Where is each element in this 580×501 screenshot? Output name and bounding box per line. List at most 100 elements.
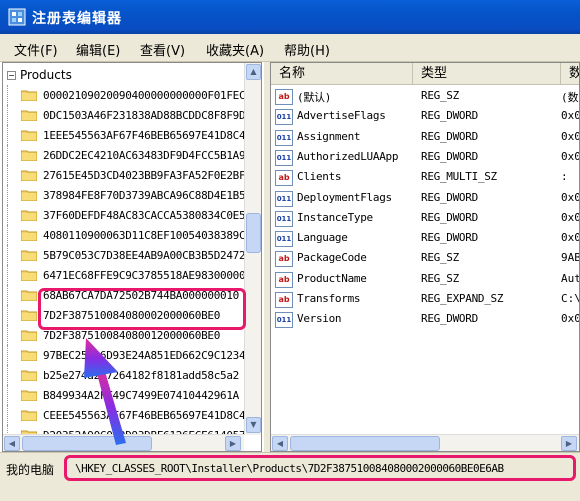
menu-help[interactable]: 帮助(H) xyxy=(284,40,330,59)
scroll-down-icon[interactable]: ▼ xyxy=(246,417,261,433)
title-bar: 注册表编辑器 xyxy=(0,0,580,34)
value-name: AdvertiseFlags xyxy=(297,109,386,123)
column-header-type[interactable]: 类型 xyxy=(413,63,561,85)
scroll-right-icon[interactable]: ▶ xyxy=(561,436,577,451)
tree-item[interactable]: 37F60DEFDF48AC83CACCA5380834C0E5 xyxy=(7,205,255,225)
tree-vertical-scrollbar[interactable]: ▲ ▼ xyxy=(244,63,261,435)
tree-item[interactable]: 4080110900063D11C8EF10054038389C xyxy=(7,225,255,245)
value-row[interactable]: ab ProductName REG_SZ Aut xyxy=(275,270,580,290)
folder-icon xyxy=(21,250,37,261)
tree-item[interactable]: B849934A2FF49C7499E07410442961A xyxy=(7,385,255,405)
tree-root-products[interactable]: − Products xyxy=(7,65,72,85)
value-row[interactable]: 011 AdvertiseFlags REG_DWORD 0x0 xyxy=(275,107,579,127)
value-name: InstanceType xyxy=(297,210,373,224)
value-data: 0x0 xyxy=(561,210,580,224)
tree-item[interactable]: 00002109020090400000000000F01FEC xyxy=(7,85,255,105)
tree-horizontal-scrollbar[interactable]: ◀ ▶ xyxy=(3,434,244,451)
value-row[interactable]: ab Clients REG_MULTI_SZ: xyxy=(275,168,579,188)
value-type: REG_SZ xyxy=(421,89,459,102)
tree-item[interactable]: 26DDC2EC4210AC63483DF9D4FCC5B1A9 xyxy=(7,145,255,165)
tree-item[interactable]: 5B79C053C7D38EE4AB9A00CB3B5D2472 xyxy=(7,245,255,265)
value-row[interactable]: ab (默认) REG_SZ (数 xyxy=(275,87,579,107)
string-value-icon: ab xyxy=(275,251,293,268)
tree-hscroll-thumb[interactable] xyxy=(22,436,152,451)
value-name: DeploymentFlags xyxy=(297,190,392,204)
tree-item-label: 7D2F387510084080012000060BE0 xyxy=(43,328,221,342)
tree-line xyxy=(7,405,17,425)
tree-item-label: B849934A2FF49C7499E07410442961A xyxy=(43,388,239,402)
value-name: Version xyxy=(297,312,342,326)
value-row[interactable]: 011 AuthorizedLUAApp REG_DWORD 0x0 xyxy=(275,148,579,168)
menu-file[interactable]: 文件(F) xyxy=(14,40,58,59)
value-type: REG_EXPAND_SZ xyxy=(421,292,504,305)
value-row[interactable]: ab Transforms REG_EXPAND_SZ C:\ xyxy=(275,290,579,310)
tree-item-label: 5B79C053C7D38EE4AB9A00CB3B5D2472 xyxy=(43,248,246,262)
values-list[interactable]: 名称 类型 数 ab (默认) REG_SZ (数 011 AdvertiseFlags R… xyxy=(270,62,580,452)
value-data: Aut xyxy=(561,271,580,285)
registry-tree[interactable]: − Products 00002109020090400000000000F01… xyxy=(2,62,262,452)
tree-line xyxy=(7,165,17,185)
tree-item[interactable]: 97BEC25026D93E24A851ED662C9C1234 xyxy=(7,345,255,365)
menu-view[interactable]: 查看(V) xyxy=(140,40,185,59)
folder-icon xyxy=(21,330,37,341)
menu-favorites[interactable]: 收藏夹(A) xyxy=(206,40,264,59)
binary-value-icon: 011 xyxy=(275,149,293,166)
column-header-name[interactable]: 名称 xyxy=(271,63,413,85)
tree-item[interactable]: 378984FE8F70D3739ABCA96C88D4E1B5 xyxy=(7,185,255,205)
tree-root-label: Products xyxy=(20,68,72,82)
value-data: 0x0 xyxy=(561,190,580,204)
folder-icon xyxy=(21,350,37,361)
tree-item[interactable]: b25e274a207264182f8181add58c5a2 xyxy=(7,365,255,385)
binary-value-icon: 011 xyxy=(275,312,293,329)
tree-line xyxy=(7,205,17,225)
tree-line xyxy=(7,345,17,365)
status-path: \HKEY_CLASSES_ROOT\Installer\Products\7D… xyxy=(75,462,504,475)
value-row[interactable]: 011 InstanceType REG_DWORD 0x0 xyxy=(275,209,580,229)
tree-item[interactable]: 1EEE545563AF67F46BEB65697E41D8C4 xyxy=(7,125,255,145)
value-row[interactable]: 011 DeploymentFlags REG_DWORD 0x0 xyxy=(275,189,580,209)
tree-item[interactable]: CEEE545563AF67F46BEB65697E41D8C4 xyxy=(7,405,255,425)
tree-scroll-thumb[interactable] xyxy=(246,213,261,253)
value-row[interactable]: ab PackageCode REG_SZ 9AB xyxy=(275,249,579,269)
scroll-left-icon[interactable]: ◀ xyxy=(272,436,288,451)
collapse-box-icon[interactable]: − xyxy=(7,70,16,80)
values-horizontal-scrollbar[interactable]: ◀ ▶ xyxy=(271,434,579,451)
status-path-highlight: \HKEY_CLASSES_ROOT\Installer\Products\7D… xyxy=(64,455,576,481)
menu-bar: 文件(F) 编辑(E) 查看(V) 收藏夹(A) 帮助(H) xyxy=(0,34,580,62)
folder-icon xyxy=(21,390,37,401)
scroll-right-icon[interactable]: ▶ xyxy=(225,436,241,451)
tree-line xyxy=(7,265,17,285)
folder-icon xyxy=(21,130,37,141)
value-data: 0x0 xyxy=(561,231,580,245)
tree-item[interactable]: 27615E45D3CD4023BB9FA3FA52F0E2BF xyxy=(7,165,255,185)
menu-edit[interactable]: 编辑(E) xyxy=(76,40,120,59)
window-bottom-edge xyxy=(0,482,580,501)
value-row[interactable]: 011 Version REG_DWORD 0x0 xyxy=(275,310,579,330)
tree-item-label: 27615E45D3CD4023BB9FA3FA52F0E2BF xyxy=(43,168,246,182)
string-value-icon: ab xyxy=(275,89,293,105)
tree-line xyxy=(7,105,17,125)
scroll-left-icon[interactable]: ◀ xyxy=(4,436,20,451)
scroll-up-icon[interactable]: ▲ xyxy=(246,64,261,80)
value-type: REG_DWORD xyxy=(421,210,478,224)
folder-icon xyxy=(21,270,37,281)
tree-item[interactable]: 0DC1503A46F231838AD88BCDDC8F8F9D xyxy=(7,105,255,125)
tree-line xyxy=(7,245,17,265)
tree-line xyxy=(7,185,17,205)
regedit-icon xyxy=(8,8,26,26)
value-type: REG_DWORD xyxy=(421,190,478,204)
window-title: 注册表编辑器 xyxy=(32,11,122,27)
value-name: Assignment xyxy=(297,129,361,143)
column-header-data[interactable]: 数 xyxy=(561,63,579,85)
value-type: REG_DWORD xyxy=(421,149,478,163)
tree-line xyxy=(7,385,17,405)
value-type: REG_DWORD xyxy=(421,129,478,143)
value-row[interactable]: 011 Assignment REG_DWORD 0x0 xyxy=(275,128,579,148)
value-type: REG_MULTI_SZ xyxy=(421,170,497,184)
folder-icon xyxy=(21,230,37,241)
tree-item[interactable]: 6471EC68FFE9C9C3785518AE98300000 xyxy=(7,265,255,285)
tree-line xyxy=(7,225,17,245)
value-name: ProductName xyxy=(297,271,367,285)
value-row[interactable]: 011 Language REG_DWORD 0x0 xyxy=(275,229,580,249)
values-hscroll-thumb[interactable] xyxy=(290,436,440,451)
